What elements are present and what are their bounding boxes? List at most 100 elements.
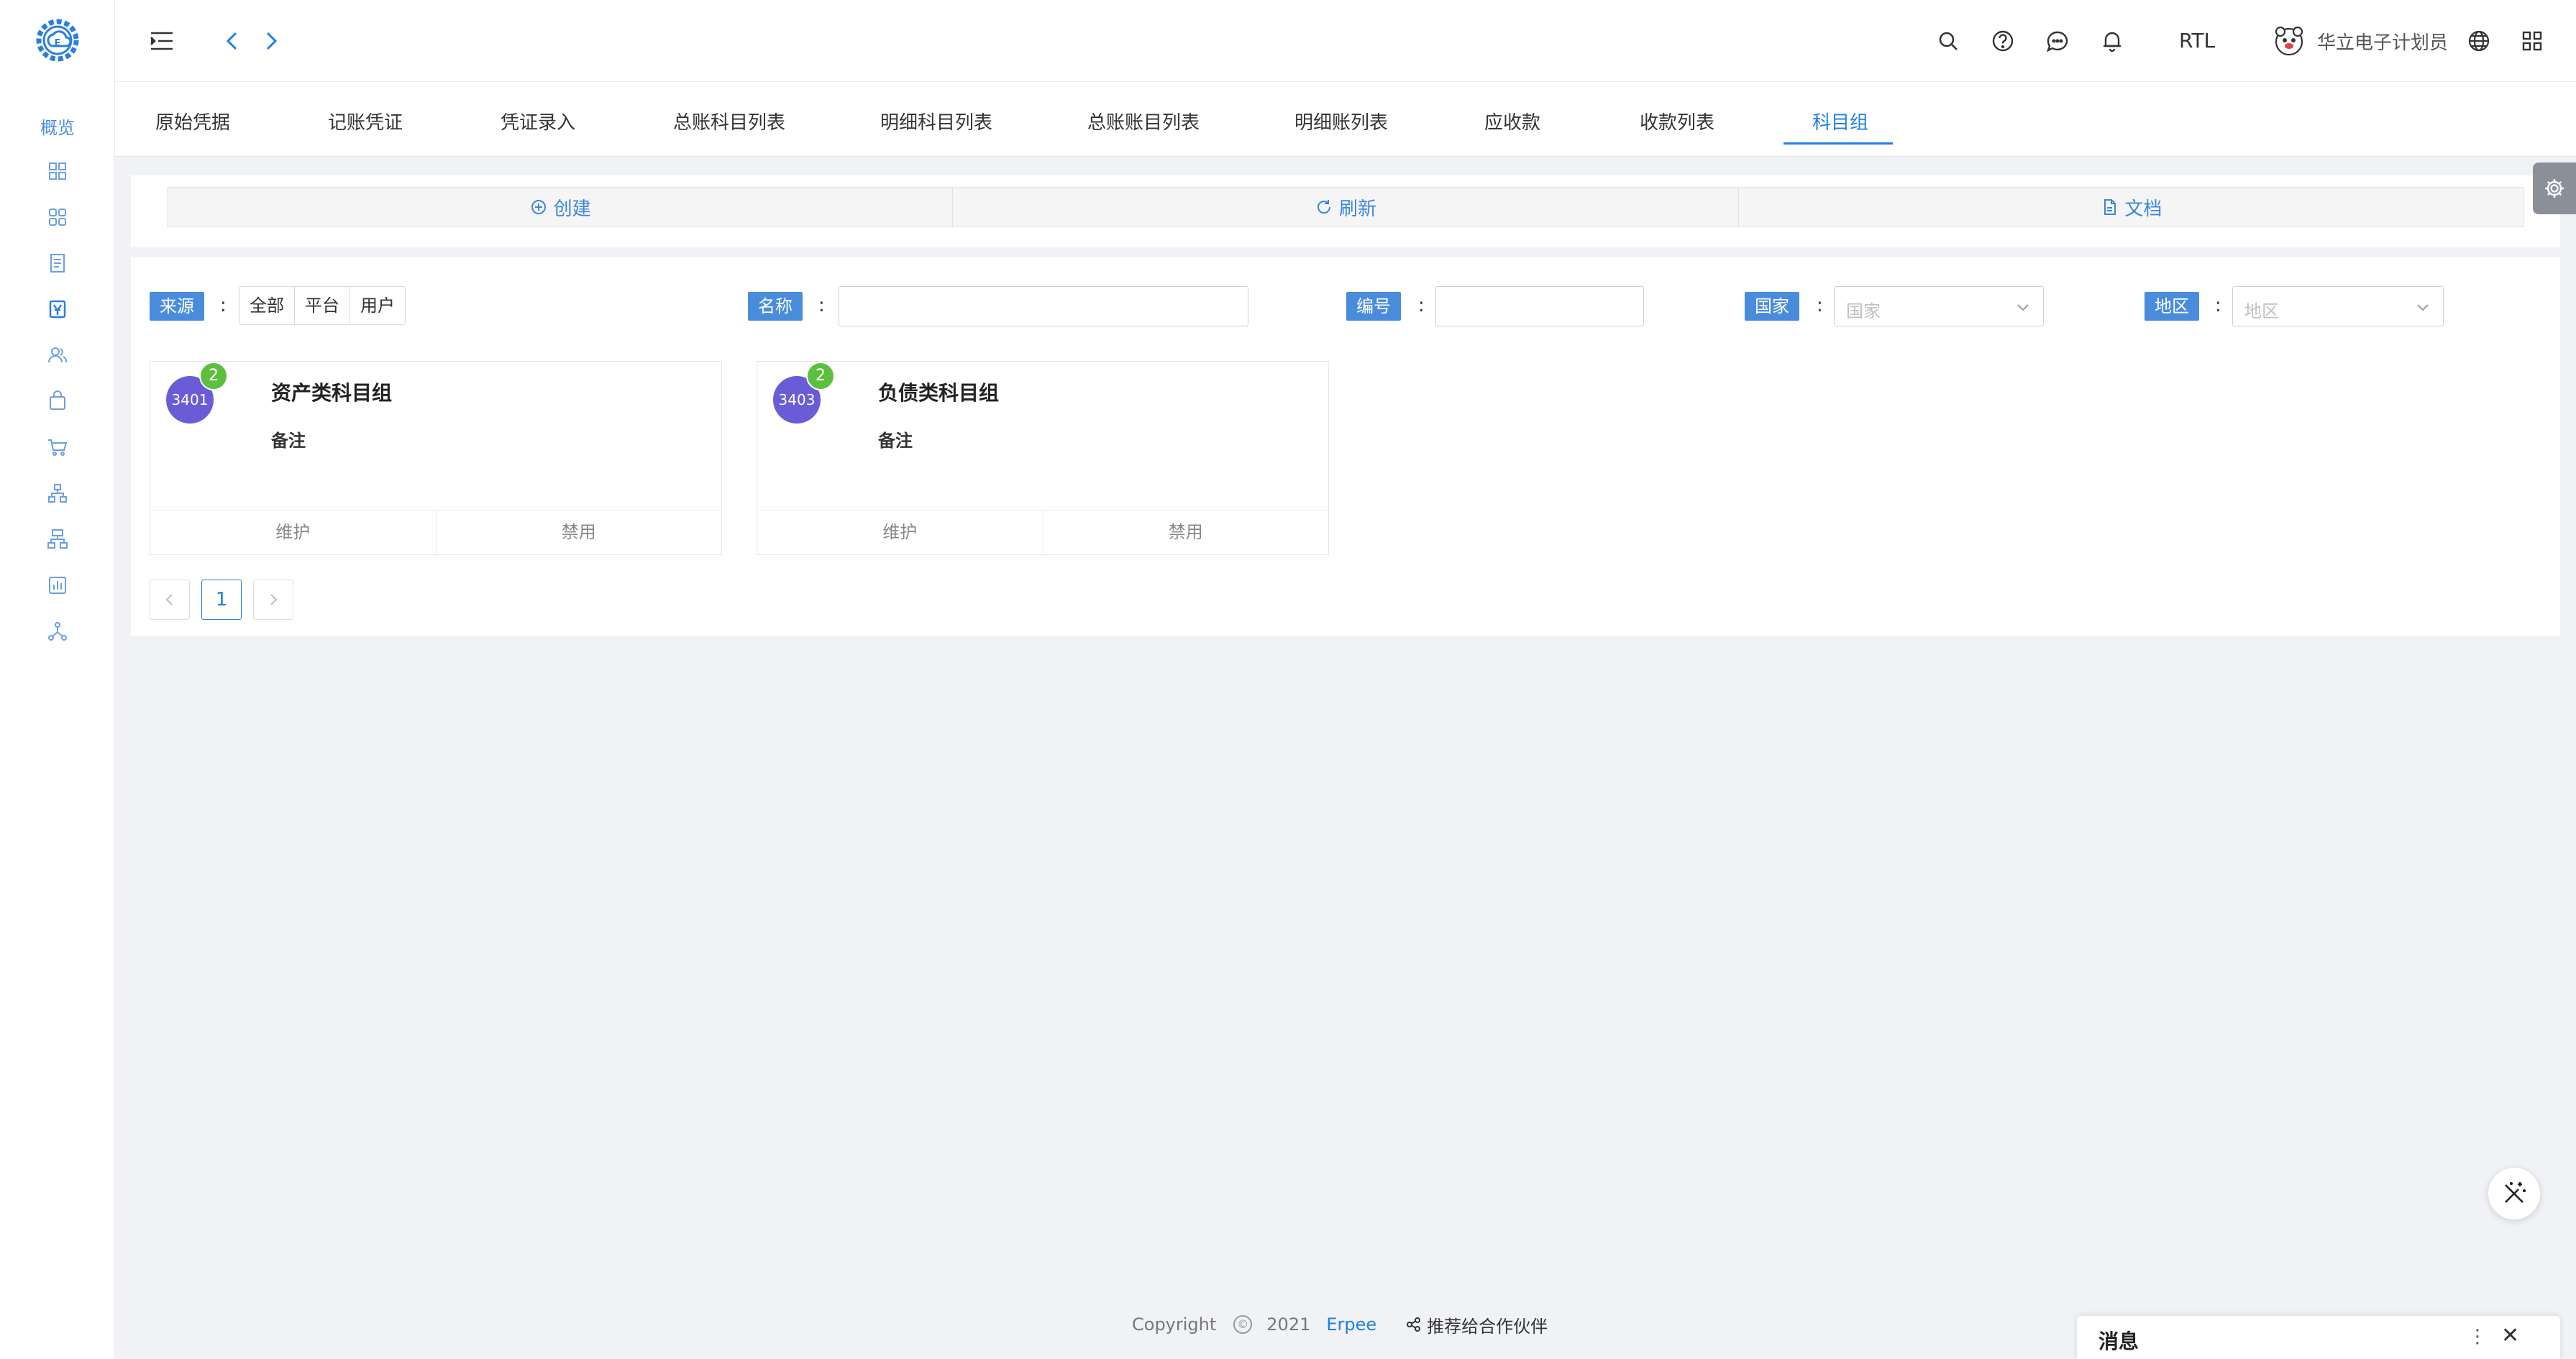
tab-general-ledger-accounts[interactable]: 总账科目列表 — [673, 108, 785, 134]
prev-page-button[interactable] — [150, 580, 190, 620]
create-button-label: 创建 — [553, 198, 591, 220]
refresh-icon — [1317, 200, 1330, 214]
tab-accounting-vouchers[interactable]: 记账凭证 — [328, 108, 403, 134]
chevron-left-icon — [165, 594, 173, 605]
tab-detail-accounts[interactable]: 明细科目列表 — [880, 108, 992, 134]
code-filter-label: 编号 — [1346, 292, 1401, 321]
action-bar: 创建 刷新 文档 — [167, 187, 2524, 227]
rtl-toggle[interactable]: RTL — [2179, 29, 2215, 52]
network-icon[interactable] — [45, 618, 70, 644]
document-icon[interactable] — [45, 250, 70, 276]
maintain-button[interactable]: 维护 — [757, 511, 1043, 554]
globe-icon[interactable] — [2464, 26, 2494, 56]
tab-general-ledger-entries[interactable]: 总账账目列表 — [1087, 108, 1200, 134]
message-panel[interactable]: 消息 ⋮ ✕ — [2077, 1316, 2560, 1359]
user-menu[interactable]: 华立电子计划员 — [2273, 23, 2448, 59]
main-panel: 来源 : 全部 平台 用户 名称 : 编号 : 国家 : 国家 地区 : 地区 … — [131, 257, 2560, 636]
top-header: RTL 华立电子计划员 — [115, 0, 2576, 82]
name-colon: : — [818, 295, 825, 316]
help-icon[interactable] — [1988, 26, 2018, 56]
report-icon[interactable] — [45, 572, 70, 598]
tab-original-documents[interactable]: 原始凭据 — [155, 108, 230, 134]
refresh-button-label: 刷新 — [1338, 198, 1376, 220]
sidebar-overview-label[interactable]: 概览 — [0, 114, 115, 139]
maintain-button[interactable]: 维护 — [150, 511, 437, 554]
tab-receipts[interactable]: 收款列表 — [1640, 108, 1714, 134]
docs-button[interactable]: 文档 — [1739, 188, 2524, 226]
name-filter-label: 名称 — [748, 292, 803, 321]
group-note: 备注 — [271, 431, 306, 451]
svg-text:E: E — [55, 38, 61, 49]
magic-wand-button[interactable] — [2488, 1168, 2540, 1220]
account-group-card[interactable]: 3403 2 负债类科目组 备注 维护 禁用 — [757, 361, 1329, 555]
source-option-user[interactable]: 用户 — [350, 287, 405, 324]
apps-icon[interactable] — [2517, 26, 2547, 56]
dashboard-icon[interactable] — [45, 158, 70, 184]
cart-icon[interactable] — [45, 434, 70, 460]
group-note: 备注 — [878, 431, 913, 451]
bell-icon[interactable] — [2097, 26, 2127, 56]
search-icon[interactable] — [1933, 26, 1963, 56]
code-colon: : — [1418, 295, 1425, 316]
copyright-year: 2021 — [1266, 1314, 1311, 1335]
recommend-partner-link[interactable]: 推荐给合作伙伴 — [1405, 1312, 1548, 1337]
code-input[interactable] — [1435, 286, 1644, 326]
group-count-badge: 2 — [806, 362, 835, 390]
region-filter-label: 地区 — [2145, 292, 2199, 321]
footer: Copyright © 2021 Erpee 推荐给合作伙伴 — [1132, 1312, 1548, 1337]
group-title: 负债类科目组 — [878, 381, 1000, 405]
share-icon — [1407, 1317, 1421, 1332]
more-options-icon[interactable]: ⋮ — [2468, 1326, 2487, 1347]
action-panel: 创建 刷新 文档 — [131, 175, 2560, 247]
tab-receivables[interactable]: 应收款 — [1484, 108, 1540, 134]
app-logo-icon[interactable]: E — [33, 16, 82, 65]
group-title: 资产类科目组 — [271, 381, 393, 405]
close-icon[interactable]: ✕ — [2501, 1323, 2519, 1348]
file-icon — [2104, 199, 2116, 215]
country-select[interactable]: 国家 — [1834, 286, 2044, 326]
chevron-right-icon — [270, 594, 278, 605]
region-colon: : — [2215, 295, 2221, 316]
message-panel-title: 消息 — [2098, 1330, 2139, 1353]
sidebar: E 概览 — [0, 0, 115, 1359]
source-segmented-control: 全部 平台 用户 — [239, 286, 406, 325]
bag-icon[interactable] — [45, 388, 70, 414]
chevron-down-icon — [2017, 304, 2029, 311]
country-select-placeholder: 国家 — [1846, 301, 1881, 321]
users-icon[interactable] — [45, 342, 70, 368]
country-colon: : — [1817, 295, 1823, 316]
tab-voucher-entry[interactable]: 凭证录入 — [501, 108, 575, 134]
source-option-all[interactable]: 全部 — [239, 287, 295, 324]
card-actions: 维护 禁用 — [150, 510, 721, 554]
chat-icon[interactable] — [2042, 26, 2073, 56]
avatar[interactable] — [2273, 24, 2306, 58]
tab-detail-ledger[interactable]: 明细账列表 — [1294, 108, 1388, 134]
voucher-icon[interactable] — [45, 296, 70, 322]
hierarchy-icon[interactable] — [45, 526, 70, 552]
region-select-placeholder: 地区 — [2244, 301, 2279, 321]
grid-icon[interactable] — [45, 204, 70, 230]
copyright-icon: © — [1233, 1315, 1253, 1334]
disable-button[interactable]: 禁用 — [1043, 511, 1329, 554]
gear-icon — [2545, 179, 2564, 198]
active-tab-indicator — [1783, 142, 1893, 145]
disable-button[interactable]: 禁用 — [437, 511, 722, 554]
tab-account-groups[interactable]: 科目组 — [1812, 108, 1868, 134]
brand-link[interactable]: Erpee — [1326, 1314, 1376, 1335]
forward-arrow-icon[interactable] — [256, 26, 286, 56]
back-arrow-icon[interactable] — [217, 26, 247, 56]
refresh-button[interactable]: 刷新 — [953, 188, 1739, 226]
page-number-button[interactable]: 1 — [201, 580, 242, 620]
next-page-button[interactable] — [253, 580, 293, 620]
account-group-card[interactable]: 3401 2 资产类科目组 备注 维护 禁用 — [150, 361, 722, 555]
user-name[interactable]: 华立电子计划员 — [2317, 28, 2448, 55]
source-option-platform[interactable]: 平台 — [295, 287, 350, 324]
create-button[interactable]: 创建 — [168, 188, 954, 226]
org-chart-icon[interactable] — [45, 480, 70, 506]
name-input[interactable] — [839, 286, 1248, 326]
tab-bar: 原始凭据 记账凭证 凭证录入 总账科目列表 明细科目列表 总账账目列表 明细账列… — [115, 82, 2576, 157]
region-select[interactable]: 地区 — [2232, 286, 2444, 326]
settings-drawer-toggle[interactable] — [2533, 163, 2576, 214]
menu-fold-icon[interactable] — [147, 26, 177, 56]
copyright-text: Copyright — [1132, 1314, 1217, 1335]
